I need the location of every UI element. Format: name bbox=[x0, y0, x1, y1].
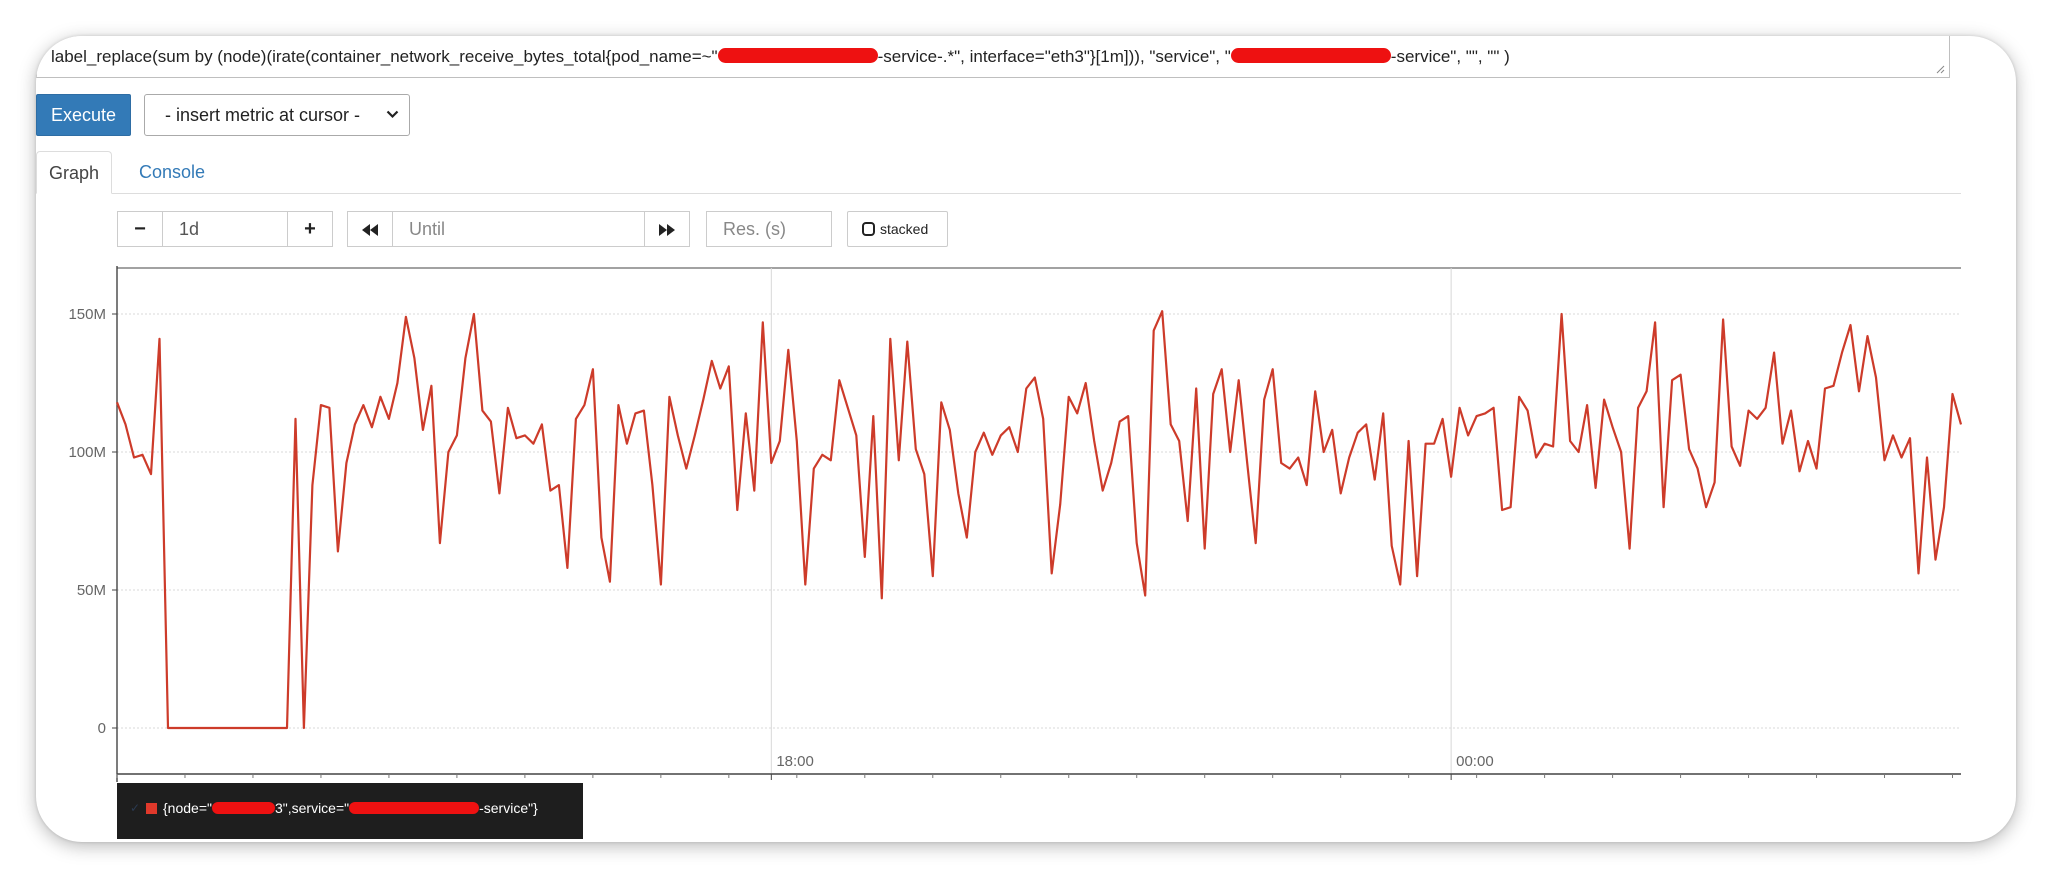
y-tick-label: 100M bbox=[68, 444, 106, 461]
redacted-pod-name bbox=[717, 48, 878, 63]
insert-metric-select-value: - insert metric at cursor - bbox=[165, 105, 361, 125]
range-input[interactable]: 1d bbox=[162, 211, 288, 247]
fast-forward-icon bbox=[659, 224, 675, 236]
time-back-button[interactable] bbox=[347, 211, 393, 247]
range-increase-button[interactable]: + bbox=[287, 211, 333, 247]
time-forward-button[interactable] bbox=[644, 211, 690, 247]
range-decrease-button[interactable]: − bbox=[117, 211, 163, 247]
fast-backward-icon bbox=[362, 224, 378, 236]
expression-text-1: label_replace(sum by (node)(irate(contai… bbox=[51, 47, 718, 66]
expression-input[interactable]: label_replace(sum by (node)(irate(contai… bbox=[36, 36, 1950, 78]
stacked-toggle[interactable]: stacked bbox=[847, 211, 948, 247]
redacted-node bbox=[211, 802, 275, 814]
y-tick-label: 50M bbox=[77, 582, 106, 599]
stacked-label: stacked bbox=[880, 221, 929, 237]
y-tick-label: 150M bbox=[68, 306, 106, 323]
prometheus-window: label_replace(sum by (node)(irate(contai… bbox=[36, 36, 2016, 842]
tab-console[interactable]: Console bbox=[127, 151, 217, 193]
y-tick-label: 0 bbox=[98, 720, 106, 737]
resize-grip-icon[interactable] bbox=[1935, 64, 1945, 74]
tab-graph[interactable]: Graph bbox=[36, 151, 113, 194]
tab-bar: Graph Console bbox=[36, 151, 1961, 194]
chevron-down-icon bbox=[386, 110, 399, 119]
execute-button[interactable]: Execute bbox=[36, 94, 131, 136]
x-tick-label: 18:00 bbox=[776, 753, 814, 770]
series-line bbox=[115, 310, 1963, 730]
redacted-service-name bbox=[1230, 48, 1391, 63]
toggle-ring-icon bbox=[862, 222, 875, 236]
legend-label: {node=" 3",service=" -service"} bbox=[163, 800, 538, 816]
resolution-input[interactable]: Res. (s) bbox=[706, 211, 832, 247]
insert-metric-select[interactable]: - insert metric at cursor - bbox=[144, 94, 410, 136]
legend[interactable]: ✓ {node=" 3",service=" -service"} bbox=[117, 783, 583, 839]
legend-swatch bbox=[146, 803, 157, 814]
x-tick-label: 00:00 bbox=[1456, 753, 1494, 770]
check-icon: ✓ bbox=[130, 801, 141, 815]
until-input[interactable]: Until bbox=[392, 211, 645, 247]
expression-text-2: -service-.*", interface="eth3"}[1m])), "… bbox=[877, 47, 1231, 66]
redacted-service bbox=[349, 802, 480, 814]
expression-text-3: -service", "", "" ) bbox=[1390, 47, 1510, 66]
